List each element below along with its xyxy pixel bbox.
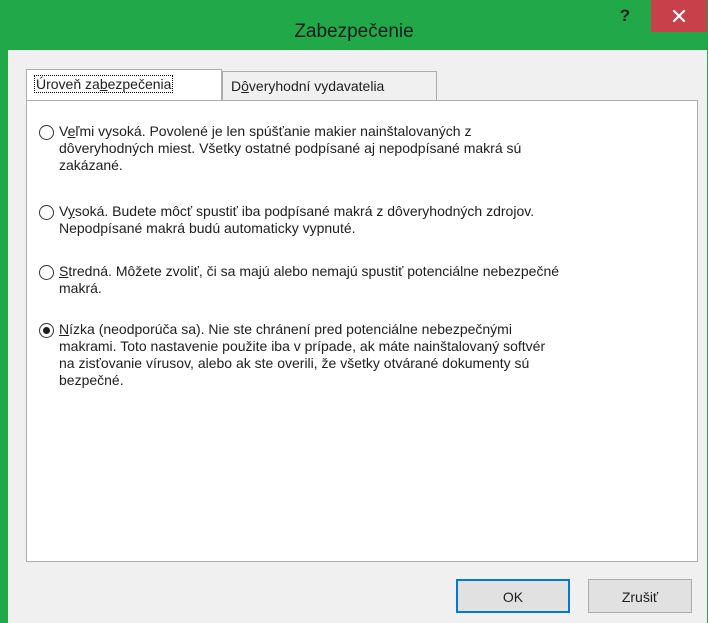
radio-low[interactable] [39,323,54,338]
tab-security-level[interactable]: Úroveň zabezpečenia [26,69,222,100]
tab-security-level-label: Úroveň zabezpečenia [33,75,174,93]
cancel-button[interactable]: Zrušiť [588,579,692,613]
close-button[interactable] [651,0,707,32]
security-dialog: Zabezpečenie ? Úroveň zabezpečenia Dôver… [0,0,708,623]
option-very-high-label: Veľmi vysoká. Povolené je len spúšťanie … [59,123,522,173]
ok-button[interactable]: OK [456,579,570,613]
option-low-label: Nízka (neodporúča sa). Nie ste chránení … [59,321,546,388]
option-high-label: Vysoká. Budete môcť spustiť iba podpísan… [59,203,535,236]
window-title: Zabezpečenie [294,21,414,42]
radio-selected-dot [43,327,50,334]
option-medium-label: Stredná. Môžete zvoliť, či sa majú alebo… [59,263,560,296]
dialog-body: Úroveň zabezpečenia Dôveryhodní vydavate… [8,50,707,623]
radio-high[interactable] [39,205,54,220]
tab-trusted-publishers-label: Dôveryhodní vydavatelia [231,78,385,94]
security-level-panel: Veľmi vysoká. Povolené je len spúšťanie … [26,100,698,562]
radio-medium[interactable] [39,265,54,280]
option-low[interactable]: Nízka (neodporúča sa). Nie ste chránení … [39,321,659,389]
option-high[interactable]: Vysoká. Budete môcť spustiť iba podpísan… [39,203,659,237]
close-icon [672,9,686,23]
title-bar[interactable]: Zabezpečenie ? [0,0,708,50]
option-very-high[interactable]: Veľmi vysoká. Povolené je len spúšťanie … [39,123,659,174]
option-medium[interactable]: Stredná. Môžete zvoliť, či sa majú alebo… [39,263,659,297]
radio-very-high[interactable] [39,125,54,140]
help-button[interactable]: ? [612,4,638,30]
tab-trusted-publishers[interactable]: Dôveryhodní vydavatelia [222,71,437,100]
